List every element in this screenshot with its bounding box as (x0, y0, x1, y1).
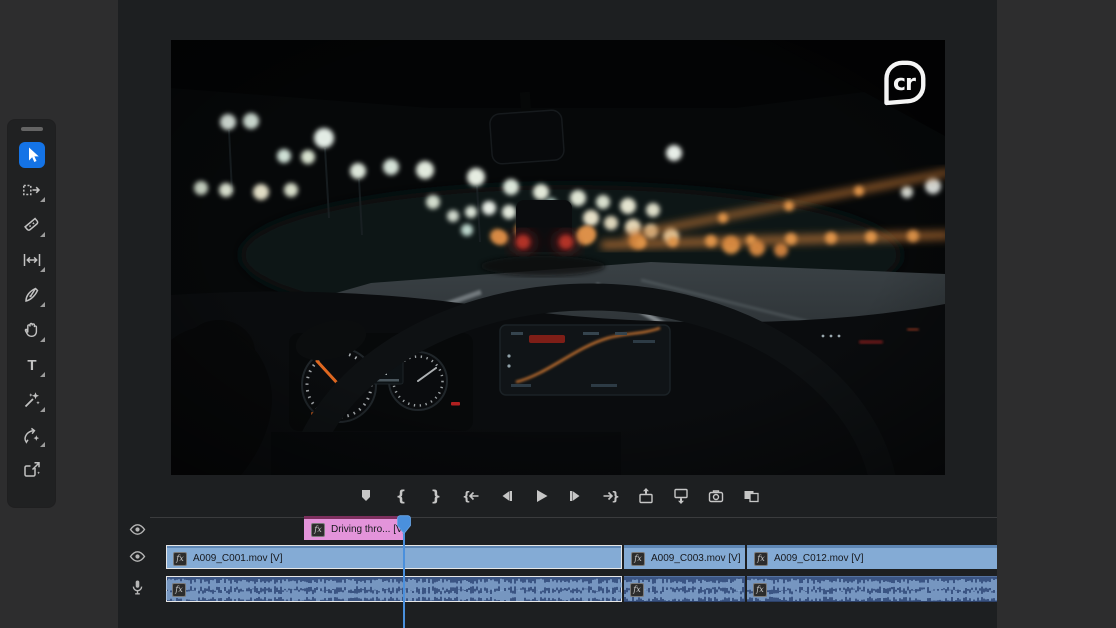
export-frame-button[interactable] (707, 487, 725, 505)
eye-icon (129, 552, 146, 569)
audio-clip[interactable]: fx (747, 576, 997, 602)
share-export-tool[interactable] (19, 457, 45, 483)
flyout-indicator (40, 267, 45, 272)
go-to-in-button[interactable]: { (462, 487, 480, 505)
clip-label: A009_C001.mov [V] (193, 553, 283, 564)
timeline-separator (150, 517, 997, 518)
extract-button[interactable] (672, 487, 690, 505)
video-frame-night-driving (171, 40, 945, 475)
cr-watermark-logo: cr (876, 53, 932, 111)
eye-icon (129, 525, 146, 542)
audio-clip[interactable]: fx (624, 576, 745, 602)
tools-panel: T (8, 120, 55, 507)
audio-clip[interactable]: fx (166, 576, 622, 602)
panel-drag-handle[interactable] (21, 127, 43, 131)
flyout-indicator (40, 372, 45, 377)
step-forward-button[interactable] (567, 487, 585, 505)
mark-out-button[interactable]: } (427, 487, 445, 505)
svg-text:cr: cr (893, 71, 916, 96)
flyout-indicator (40, 337, 45, 342)
go-to-out-button[interactable]: } (602, 487, 620, 505)
video-clip[interactable]: fx A009_C003.mov [V] (624, 545, 745, 569)
type-tool[interactable]: T (19, 352, 45, 378)
audio-waveform (166, 577, 622, 601)
flyout-indicator (40, 407, 45, 412)
clip-label: A009_C012.mov [V] (774, 553, 864, 564)
playhead-handle[interactable] (396, 515, 412, 540)
video-clip[interactable]: fx A009_C012.mov [V] (747, 545, 997, 569)
fx-badge: fx (754, 552, 768, 566)
svg-text:}: } (611, 490, 620, 504)
pen-tool[interactable] (19, 282, 45, 308)
video-clip[interactable]: fx A009_C001.mov [V] (166, 545, 622, 569)
audio-waveform (747, 577, 997, 601)
slip-tool[interactable] (19, 247, 45, 273)
fx-badge: fx (753, 583, 767, 597)
mark-in-button[interactable]: { (392, 487, 410, 505)
remix-tool[interactable] (19, 387, 45, 413)
fx-badge: fx (631, 552, 645, 566)
razor-tool[interactable] (19, 212, 45, 238)
flyout-indicator (40, 442, 45, 447)
step-back-button[interactable] (497, 487, 515, 505)
track-a1-mic-toggle[interactable] (129, 579, 146, 596)
svg-text:T: T (27, 357, 36, 374)
add-marker-button[interactable] (357, 487, 375, 505)
svg-text:}: } (430, 487, 441, 505)
hand-tool[interactable] (19, 317, 45, 343)
transport-controls: { } { } (171, 484, 945, 508)
flyout-indicator (40, 232, 45, 237)
program-monitor: cr (171, 40, 945, 475)
fx-badge: fx (311, 523, 325, 537)
app-window: T (0, 0, 1116, 628)
lift-button[interactable] (637, 487, 655, 505)
title-clip[interactable]: fx Driving thro... [V] (304, 516, 403, 540)
fx-badge: fx (173, 552, 187, 566)
selection-cursor-icon (21, 144, 43, 166)
fx-badge: fx (172, 583, 186, 597)
clip-label: Driving thro... [V] (331, 524, 403, 535)
svg-text:{: { (395, 487, 406, 505)
selection-tool[interactable] (19, 142, 45, 168)
microphone-icon (129, 583, 146, 600)
track-select-forward-tool[interactable] (19, 177, 45, 203)
flyout-indicator (40, 197, 45, 202)
clip-label: A009_C003.mov [V] (651, 553, 741, 564)
play-button[interactable] (532, 487, 550, 505)
comparison-view-button[interactable] (742, 487, 760, 505)
fx-badge: fx (630, 583, 644, 597)
flyout-indicator (40, 302, 45, 307)
object-selection-tool[interactable] (19, 422, 45, 448)
track-v1-visibility-toggle[interactable] (129, 548, 146, 565)
export-icon (21, 459, 43, 481)
track-v2-visibility-toggle[interactable] (129, 521, 146, 538)
